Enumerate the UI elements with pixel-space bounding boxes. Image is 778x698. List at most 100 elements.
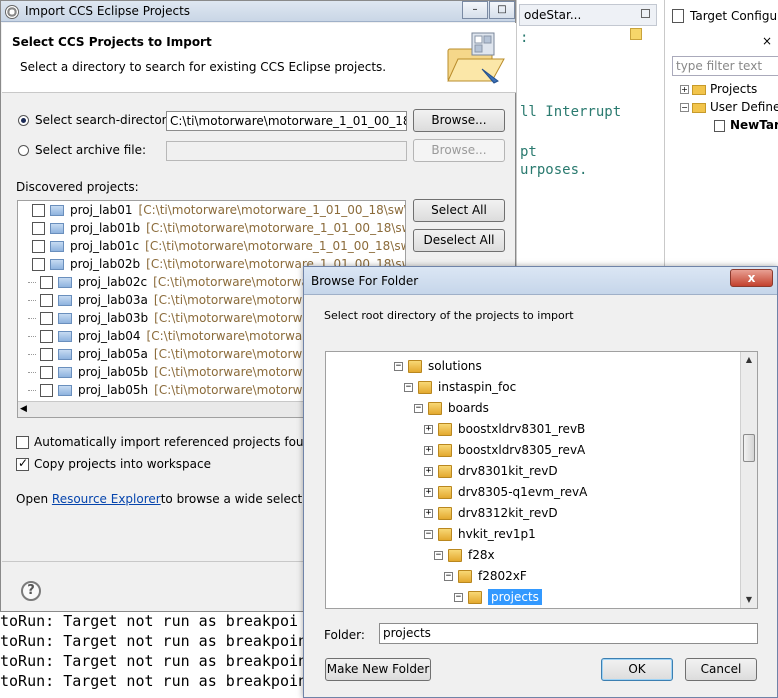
tree-node-label: solutions — [428, 359, 482, 373]
checkbox[interactable] — [32, 221, 45, 235]
collapse-icon[interactable]: − — [404, 382, 413, 392]
tree-item-projects[interactable]: + Projects — [680, 82, 757, 96]
select-all-button[interactable]: Select All — [413, 199, 505, 222]
tree-node-label: drv8301kit_revD — [458, 464, 558, 478]
project-name: proj_lab03a — [78, 293, 148, 307]
scroll-up-icon[interactable]: ▲ — [743, 354, 755, 366]
expand-icon[interactable]: + — [424, 445, 433, 455]
tree-node[interactable]: − instaspin_foc — [404, 377, 516, 397]
collapse-icon[interactable]: − — [454, 592, 463, 602]
list-item[interactable]: proj_lab01 [C:\ti\motorware\motorware_1_0… — [18, 201, 405, 219]
list-item[interactable]: proj_lab01c [C:\ti\motorware\motorware_1_… — [18, 237, 405, 255]
folder-icon — [458, 569, 472, 583]
expand-icon[interactable]: + — [424, 508, 433, 518]
collapse-icon[interactable]: − — [394, 361, 403, 371]
ok-button[interactable]: OK — [601, 658, 673, 681]
tree-node[interactable]: + boostxldrv8301_revB — [424, 419, 585, 439]
tree-node[interactable]: − solutions — [394, 356, 482, 376]
target-config-title: Target Configu... — [690, 9, 778, 23]
tree-node[interactable]: + drv8301kit_revD — [424, 461, 558, 481]
scroll-left-icon[interactable]: ◀ — [20, 404, 27, 414]
checkbox[interactable] — [40, 311, 53, 325]
folder-icon — [692, 102, 706, 113]
checkbox[interactable] — [32, 203, 45, 217]
folder-input[interactable]: projects — [379, 623, 758, 644]
checkbox[interactable] — [40, 275, 53, 289]
search-dir-radio[interactable]: Select search-directory: — [18, 113, 177, 127]
collapse-icon[interactable]: − — [434, 550, 443, 560]
collapse-icon[interactable]: − — [680, 103, 689, 112]
browse-archive-button[interactable]: Browse... — [413, 139, 505, 162]
radio-unselected[interactable] — [18, 144, 29, 156]
radio-selected[interactable] — [18, 114, 29, 126]
eclipse-icon — [5, 5, 19, 19]
checkbox[interactable] — [32, 239, 45, 253]
folder-icon — [438, 443, 452, 457]
resource-explorer-link[interactable]: Resource Explorer — [52, 492, 161, 506]
tree-node-label: drv8312kit_revD — [458, 506, 558, 520]
search-dir-input[interactable]: C:\ti\motorware\motorware_1_01_00_18\sw\ — [166, 111, 407, 131]
checkbox[interactable] — [40, 383, 53, 397]
project-name: proj_lab02c — [78, 275, 148, 289]
maximize-icon[interactable] — [641, 9, 650, 18]
minimize-button[interactable]: – — [462, 1, 488, 19]
checkbox[interactable] — [40, 329, 53, 343]
copy-option[interactable]: Copy projects into workspace — [16, 456, 211, 471]
filter-input[interactable]: type filter text — [672, 56, 778, 76]
collapse-icon[interactable]: − — [444, 571, 453, 581]
archive-radio[interactable]: Select archive file: — [18, 143, 146, 157]
editor-tab[interactable]: odeStar... — [519, 4, 657, 26]
scrollbar-thumb[interactable] — [743, 434, 755, 462]
checkbox-checked[interactable] — [16, 456, 29, 471]
auto-import-option[interactable]: Automatically import referenced projects… — [16, 435, 334, 449]
maximize-button[interactable]: □ — [489, 1, 515, 19]
marker-icon[interactable] — [630, 28, 642, 40]
project-icon — [58, 348, 72, 360]
checkbox[interactable] — [40, 347, 53, 361]
vertical-scrollbar[interactable]: ▲ ▼ — [740, 352, 757, 608]
make-new-folder-button[interactable]: Make New Folder — [325, 658, 431, 681]
close-button[interactable]: x — [730, 269, 773, 287]
expand-icon[interactable]: + — [424, 466, 433, 476]
deselect-all-button[interactable]: Deselect All — [413, 229, 505, 252]
tree-node[interactable]: + drv8312kit_revD — [424, 503, 558, 523]
browse-for-folder-dialog: Browse For Folder x Select root director… — [303, 266, 778, 698]
window-title: Import CCS Eclipse Projects — [25, 4, 191, 18]
browse-button[interactable]: Browse... — [413, 109, 505, 132]
import-titlebar[interactable]: Import CCS Eclipse Projects – □ — [1, 1, 515, 22]
expand-icon[interactable]: + — [680, 85, 689, 94]
tree-node[interactable]: + drv8305-q1evm_revA — [424, 482, 587, 502]
tree-node[interactable]: − hvkit_rev1p1 — [424, 524, 536, 544]
tree-item-newtarget[interactable]: NewTar — [714, 118, 778, 132]
folder-icon — [428, 401, 442, 415]
help-icon[interactable]: ? — [21, 581, 41, 601]
browse-titlebar[interactable]: Browse For Folder x — [304, 267, 777, 295]
project-name: proj_lab05a — [78, 347, 148, 361]
archive-input[interactable] — [166, 141, 407, 161]
checkbox[interactable] — [16, 435, 29, 449]
tree-node-selected[interactable]: − projects — [454, 587, 542, 607]
tree-item-label: Projects — [710, 82, 758, 96]
target-config-tab[interactable]: Target Configu... — [668, 6, 778, 26]
list-item[interactable]: proj_lab01b [C:\ti\motorware\motorware_1_… — [18, 219, 405, 237]
checkbox[interactable] — [32, 257, 45, 271]
tree-node[interactable]: − boards — [414, 398, 489, 418]
tree-node[interactable]: + boostxldrv8305_revA — [424, 440, 585, 460]
cancel-button[interactable]: Cancel — [685, 658, 757, 681]
expand-icon[interactable]: + — [424, 487, 433, 497]
close-icon[interactable]: × — [762, 34, 772, 48]
editor-overview-ruler[interactable] — [630, 26, 644, 266]
collapse-icon[interactable]: − — [424, 529, 433, 539]
project-icon — [50, 240, 64, 252]
collapse-icon[interactable]: − — [414, 403, 423, 413]
folder-icon — [408, 359, 422, 373]
folder-tree[interactable]: − solutions − instaspin_foc − boards + boost… — [325, 351, 758, 609]
tree-node[interactable]: − f28x — [434, 545, 495, 565]
scroll-down-icon[interactable]: ▼ — [743, 594, 755, 606]
project-name: proj_lab01 — [70, 203, 133, 217]
tree-node[interactable]: − f2802xF — [444, 566, 527, 586]
tree-item-user-defined[interactable]: − User Defined — [680, 100, 778, 114]
checkbox[interactable] — [40, 365, 53, 379]
checkbox[interactable] — [40, 293, 53, 307]
expand-icon[interactable]: + — [424, 424, 433, 434]
